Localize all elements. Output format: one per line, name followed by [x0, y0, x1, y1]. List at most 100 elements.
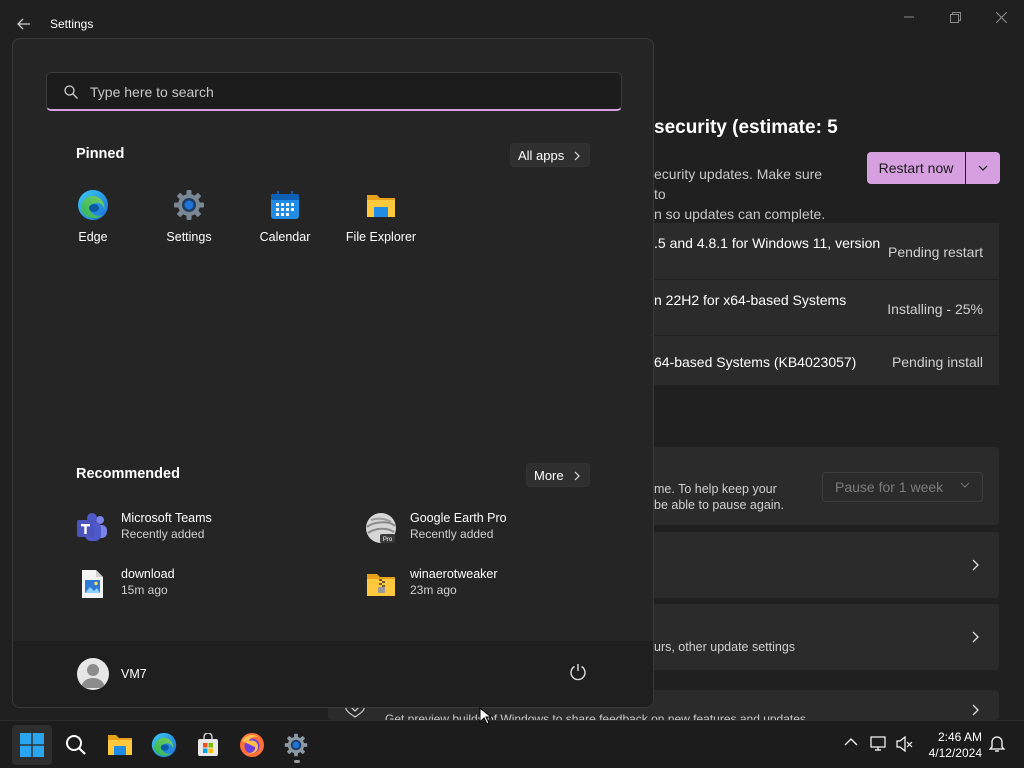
pinned-app-file-explorer[interactable]: File Explorer	[333, 189, 429, 251]
edge-icon	[151, 732, 177, 758]
search-icon	[66, 735, 86, 755]
taskbar-firefox[interactable]	[232, 725, 272, 765]
pause-select-value: Pause for 1 week	[835, 479, 944, 495]
back-button[interactable]	[10, 10, 38, 38]
chevron-right-icon	[972, 704, 979, 716]
search-input[interactable]	[90, 73, 590, 110]
update-description: ecurity updates. Make sure to n so updat…	[654, 164, 834, 224]
settings-gear-icon	[174, 190, 204, 220]
power-button[interactable]	[569, 663, 587, 684]
description-line: ecurity updates. Make sure to	[654, 166, 823, 202]
all-apps-label: All apps	[518, 147, 565, 163]
recommended-item-teams[interactable]: Microsoft Teams Recently added	[76, 508, 326, 548]
chevron-down-icon	[960, 482, 970, 488]
pinned-app-edge[interactable]: Edge	[45, 189, 141, 251]
chevron-right-icon	[972, 631, 979, 643]
taskbar-settings[interactable]	[276, 725, 316, 765]
recommended-name: Microsoft Teams	[121, 511, 212, 525]
volume-button[interactable]	[896, 735, 914, 755]
chevron-right-icon	[972, 559, 979, 571]
window-title: Settings	[50, 17, 94, 31]
back-arrow-icon	[17, 18, 30, 30]
taskbar-edge[interactable]	[144, 725, 184, 765]
more-label: More	[534, 467, 564, 483]
system-clock[interactable]: 2:46 AM 4/12/2024	[922, 729, 982, 761]
recommended-heading: Recommended	[76, 466, 180, 482]
taskbar-store[interactable]	[188, 725, 228, 765]
recommended-subtitle: Recently added	[121, 527, 205, 541]
pause-line: be able to pause again.	[654, 498, 784, 512]
recommended-subtitle: 23m ago	[410, 583, 457, 597]
user-avatar[interactable]	[77, 658, 109, 690]
update-status: Pending restart	[888, 244, 983, 260]
update-item: .5 and 4.8.1 for Windows 11, version Pen…	[654, 223, 999, 279]
taskbar-start-button[interactable]	[12, 725, 52, 765]
update-name: .5 and 4.8.1 for Windows 11, version	[654, 235, 881, 251]
recommended-subtitle: Recently added	[410, 527, 494, 541]
clock-date: 4/12/2024	[928, 746, 982, 760]
minimize-button[interactable]	[886, 6, 932, 28]
update-name: 64-based Systems (KB4023057)	[654, 354, 857, 370]
notifications-button[interactable]	[988, 735, 1006, 756]
update-name: n 22H2 for x64-based Systems	[654, 292, 847, 308]
bell-icon	[988, 736, 1006, 752]
image-file-icon	[82, 570, 103, 598]
update-status: Installing - 25%	[887, 301, 983, 317]
recommended-name: download	[121, 567, 175, 581]
chevron-down-icon	[978, 165, 988, 171]
user-name[interactable]: VM7	[121, 667, 147, 681]
network-button[interactable]	[870, 736, 888, 755]
pause-duration-select[interactable]: Pause for 1 week	[822, 472, 983, 502]
show-hidden-icons-button[interactable]	[844, 735, 858, 750]
update-history-card[interactable]	[654, 532, 999, 598]
update-item: n 22H2 for x64-based Systems Installing …	[654, 280, 999, 335]
close-button[interactable]	[978, 6, 1024, 28]
file-explorer-icon	[108, 735, 132, 755]
start-search-box[interactable]	[46, 72, 622, 111]
mouse-cursor-icon	[479, 707, 491, 725]
more-button[interactable]: More	[526, 463, 590, 487]
recommended-item-download[interactable]: download 15m ago	[76, 564, 326, 604]
chevron-right-icon	[574, 151, 580, 161]
all-apps-button[interactable]: All apps	[510, 143, 590, 167]
firefox-icon	[240, 733, 264, 757]
taskbar-file-explorer[interactable]	[100, 725, 140, 765]
pinned-app-label: Calendar	[259, 230, 311, 244]
close-icon	[995, 11, 1007, 23]
calendar-icon	[271, 191, 299, 219]
restart-options-button[interactable]	[966, 152, 1000, 184]
minimize-icon	[904, 16, 914, 18]
edge-icon	[78, 190, 108, 220]
settings-icon	[284, 733, 308, 757]
restore-icon	[949, 11, 961, 23]
network-icon	[870, 736, 886, 751]
start-menu: Pinned All apps Edge	[12, 38, 654, 708]
pinned-app-label: File Explorer	[345, 230, 417, 244]
insider-description: Get preview builds of Windows to share f…	[385, 712, 806, 720]
start-icon	[20, 733, 44, 757]
update-status-heading: security (estimate: 5	[654, 117, 838, 138]
folder-icon	[367, 195, 395, 217]
taskbar: 2:46 AM 4/12/2024	[0, 720, 1024, 768]
recommended-name: winaerotweaker	[410, 567, 498, 581]
pinned-heading: Pinned	[76, 146, 125, 162]
store-icon	[198, 733, 218, 756]
maximize-button[interactable]	[932, 6, 978, 28]
taskbar-search-button[interactable]	[56, 725, 96, 765]
advanced-options-card[interactable]: urs, other update settings	[654, 604, 999, 670]
restart-now-button[interactable]: Restart now	[867, 152, 965, 184]
pinned-app-label: Edge	[78, 230, 108, 244]
user-avatar-icon	[81, 664, 105, 688]
google-earth-icon: Pro	[366, 513, 396, 543]
recommended-subtitle: 15m ago	[121, 583, 168, 597]
pinned-app-settings[interactable]: Settings	[141, 189, 237, 251]
teams-icon	[77, 513, 107, 541]
recommended-name: Google Earth Pro	[410, 511, 507, 525]
chevron-up-icon	[844, 738, 858, 746]
recommended-item-google-earth[interactable]: Pro Google Earth Pro Recently added	[365, 508, 615, 548]
advanced-description: urs, other update settings	[654, 640, 796, 654]
recommended-item-winaerotweaker[interactable]: winaerotweaker 23m ago	[365, 564, 615, 604]
start-footer: VM7	[13, 641, 653, 707]
pinned-app-label: Settings	[166, 230, 212, 244]
pinned-app-calendar[interactable]: Calendar	[237, 189, 333, 251]
